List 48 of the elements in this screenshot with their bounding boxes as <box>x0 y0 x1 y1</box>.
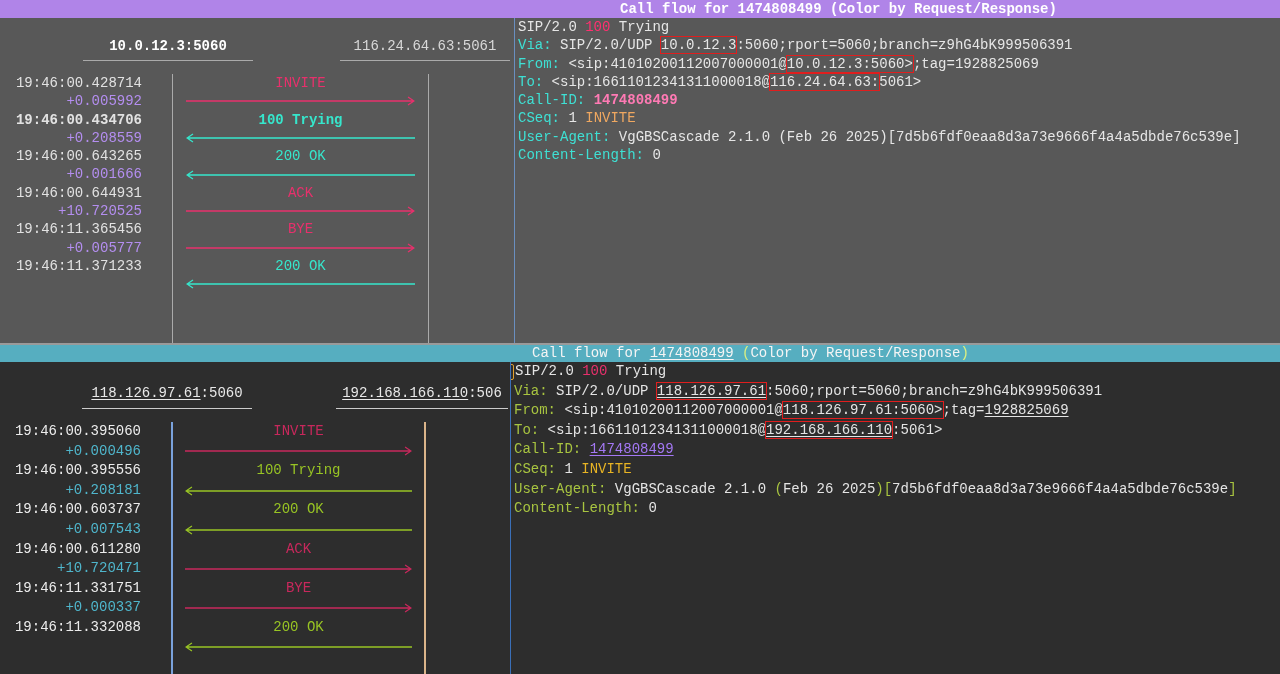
message-label[interactable]: ACK <box>185 539 412 560</box>
message-label[interactable]: BYE <box>185 578 412 599</box>
host-header: 192.168.166.110:506 <box>336 378 508 409</box>
message-label[interactable]: INVITE <box>185 422 412 442</box>
sip-header-line: User-Agent: VgGBSCascade 2.1.0 (Feb 26 2025)[7d5b6fdf0eaa8d3a73e9666f4a4a5dbde76c539e] <box>514 479 1237 499</box>
timestamp: 19:46:11.365456 <box>14 220 142 239</box>
timestamp: 19:46:00.644931 <box>14 183 142 203</box>
message-label[interactable]: 100 Trying <box>186 110 415 129</box>
time-delta: +0.000496 <box>64 441 141 461</box>
time-delta: +0.001666 <box>65 165 142 184</box>
sip-header-line: CSeq: 1 INVITE <box>514 459 632 479</box>
panel-title-bar: Call flow for 1474808499 (Color by Request/Response) <box>0 345 1280 362</box>
time-delta: +10.720471 <box>56 559 141 579</box>
timestamp: 19:46:11.332088 <box>13 617 141 637</box>
message-label[interactable]: 200 OK <box>186 256 415 276</box>
timestamp: 19:46:11.371233 <box>14 256 142 276</box>
status-line: SIP/2.0 100 Trying <box>515 362 667 381</box>
timestamp: 19:46:00.395060 <box>13 422 141 441</box>
sip-header-line: Content-Length: 0 <box>518 146 661 165</box>
host-header: 116.24.64.63:5061 <box>340 32 510 61</box>
time-delta: +10.720525 <box>57 202 142 221</box>
message-label[interactable]: 100 Trying <box>185 461 412 481</box>
timestamp: 19:46:00.434706 <box>14 110 142 129</box>
time-delta: +0.005992 <box>65 92 142 111</box>
host-header: 10.0.12.3:5060 <box>83 32 253 61</box>
timestamp: 19:46:00.603737 <box>13 500 141 520</box>
timestamp: 19:46:00.643265 <box>14 147 142 166</box>
host-header: 118.126.97.61:5060 <box>82 378 252 409</box>
timestamp: 19:46:00.395556 <box>13 461 141 481</box>
sip-header-line: Call-ID: 1474808499 <box>514 440 674 460</box>
message-label[interactable]: 200 OK <box>185 617 412 638</box>
sip-header-line: To: <sip:16611012341311000018@116.24.64.63:5061> <box>518 72 922 92</box>
sip-header-line: CSeq: 1 INVITE <box>518 109 636 128</box>
sip-header-line: Content-Length: 0 <box>514 499 657 519</box>
time-delta: +0.208559 <box>65 128 142 148</box>
timestamp: 19:46:00.428714 <box>14 74 142 93</box>
panel-title-bar: Call flow for 1474808499 (Color by Request/Response) <box>0 0 1280 18</box>
time-delta: +0.208181 <box>64 480 141 500</box>
status-line: SIP/2.0 100 Trying <box>518 18 670 37</box>
message-label[interactable]: 200 OK <box>185 500 412 520</box>
sip-header-line: User-Agent: VgGBSCascade 2.1.0 (Feb 26 2025)[7d5b6fdf0eaa8d3a73e9666f4a4a5dbde76c539e] <box>518 127 1241 147</box>
time-delta: +0.000337 <box>64 598 141 618</box>
timestamp: 19:46:11.331751 <box>13 578 141 598</box>
timestamp: 19:46:00.611280 <box>13 539 141 559</box>
sip-header-line: Call-ID: 1474808499 <box>518 91 678 110</box>
time-delta: +0.007543 <box>64 519 141 539</box>
time-delta: +0.005777 <box>65 238 142 257</box>
message-label[interactable]: 200 OK <box>186 147 415 166</box>
